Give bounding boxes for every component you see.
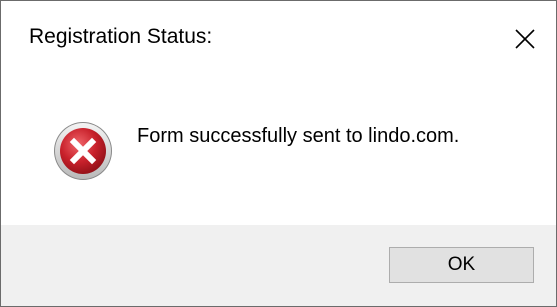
message-dialog: Registration Status: Form successfully s… [0, 0, 557, 307]
dialog-title: Registration Status: [29, 25, 213, 48]
ok-button[interactable]: OK [389, 247, 534, 283]
close-button[interactable] [494, 1, 556, 77]
title-bar: Registration Status: [1, 1, 556, 77]
close-icon [515, 29, 535, 49]
button-bar: OK [1, 225, 556, 306]
error-icon [54, 122, 112, 180]
message-text: Form successfully sent to lindo.com. [137, 125, 460, 147]
dialog-content: Form successfully sent to lindo.com. [1, 77, 556, 225]
